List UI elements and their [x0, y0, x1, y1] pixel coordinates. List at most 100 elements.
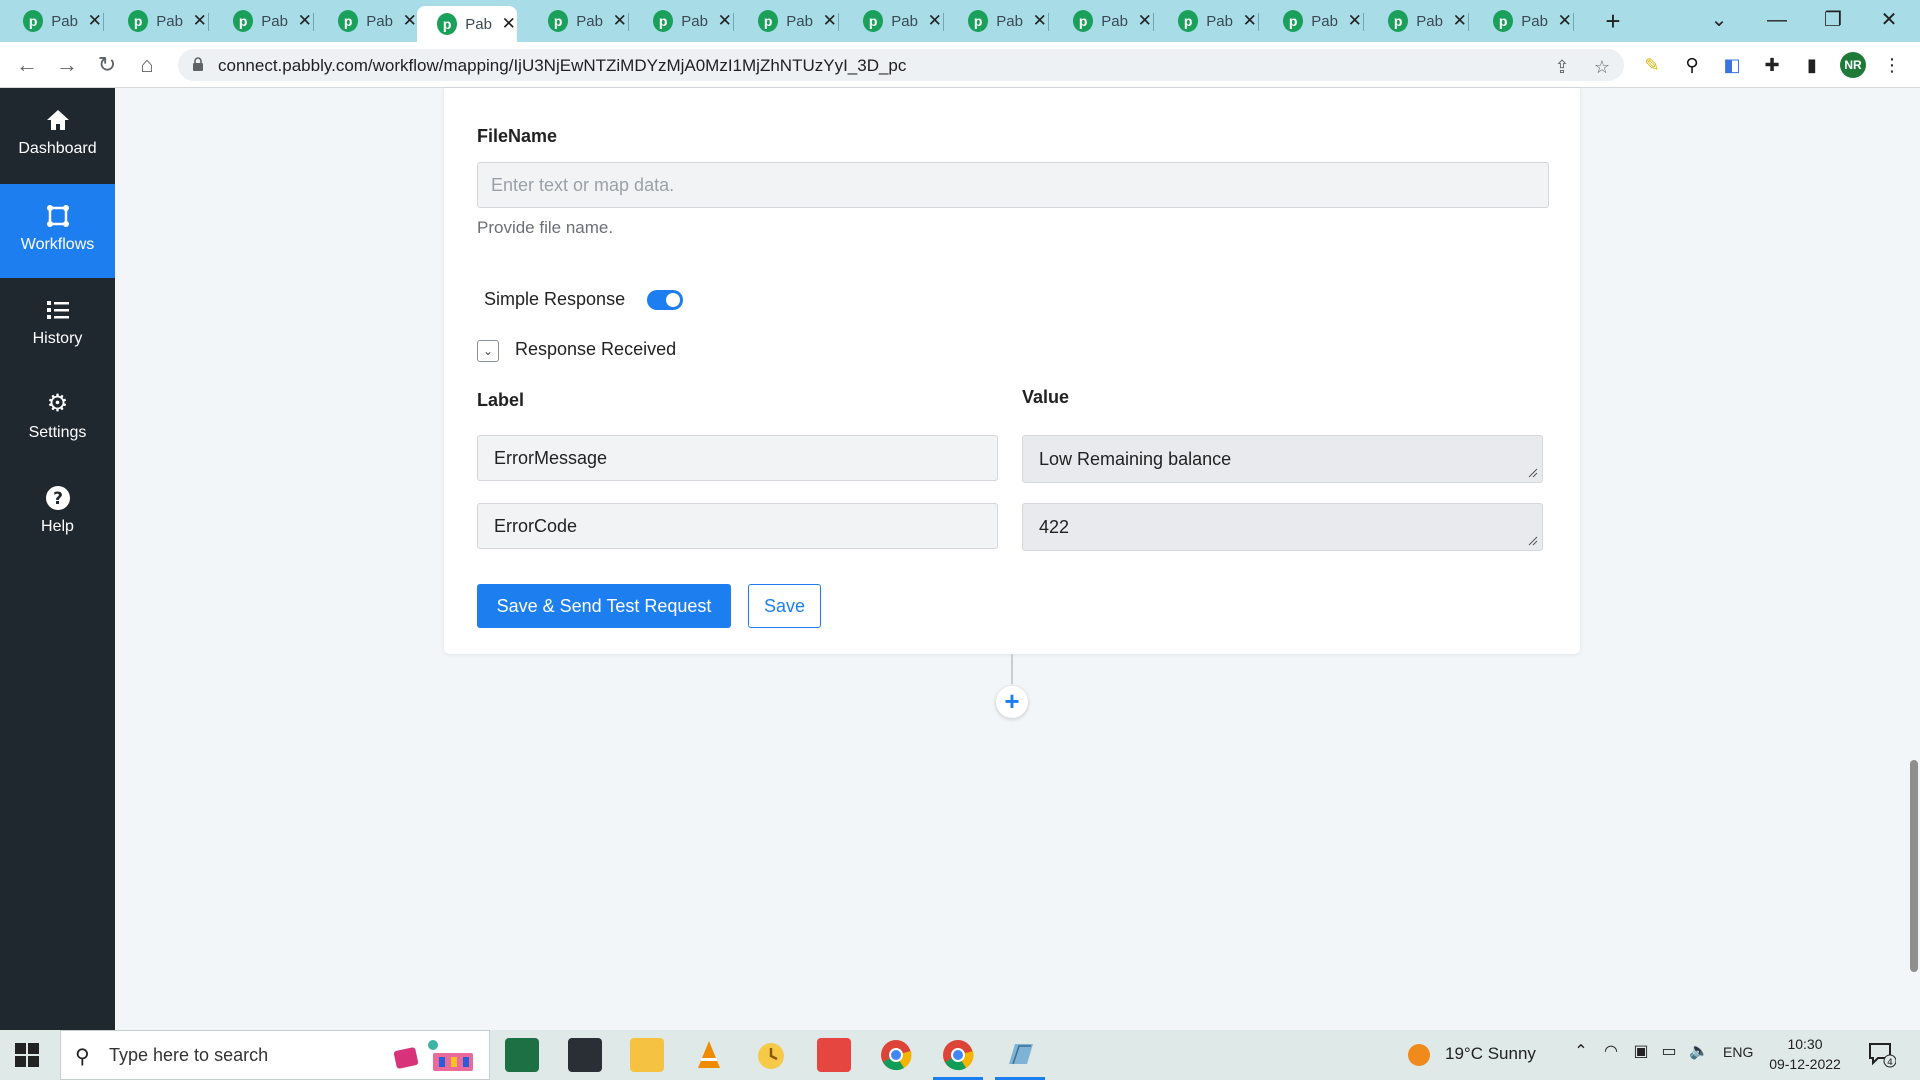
close-icon[interactable]: ✕ — [1031, 11, 1048, 31]
vlc-app-icon[interactable] — [692, 1038, 726, 1072]
taskbar-search-box[interactable]: ⚲ Type here to search — [60, 1030, 490, 1080]
windows-start-icon[interactable] — [14, 1042, 40, 1068]
close-icon[interactable]: ✕ — [716, 11, 733, 31]
add-step-button[interactable]: + — [996, 686, 1028, 718]
browser-tab[interactable]: p Pab ✕ — [528, 6, 629, 36]
tab-title: Pab — [891, 12, 918, 30]
tab-separator — [1153, 13, 1154, 31]
puzzle-extensions-icon[interactable]: ✚ — [1760, 53, 1784, 77]
file-explorer-icon[interactable] — [630, 1038, 664, 1072]
close-icon[interactable]: ✕ — [191, 11, 208, 31]
scheduler-app-icon[interactable] — [754, 1038, 788, 1072]
side-panel-icon[interactable]: ▮ — [1800, 53, 1824, 77]
close-icon[interactable]: ✕ — [296, 11, 313, 31]
taskbar-clock[interactable]: 10:30 09-12-2022 — [1760, 1034, 1850, 1074]
bookmark-star-icon[interactable]: ☆ — [1592, 57, 1612, 77]
browser-tab[interactable]: p Pab ✕ — [948, 6, 1049, 36]
translate-extension-icon[interactable]: ◧ — [1720, 53, 1744, 77]
excel-app-icon[interactable] — [505, 1038, 539, 1072]
browser-tab[interactable]: p Pab ✕ — [1158, 6, 1259, 36]
anydesk-app-icon[interactable] — [817, 1038, 851, 1072]
chevron-down-icon[interactable]: ⌄ — [477, 340, 499, 362]
browser-tab[interactable]: p Pab ✕ — [1053, 6, 1154, 36]
response-label-field[interactable]: ErrorMessage — [477, 435, 998, 481]
notification-center-icon[interactable]: 4 — [1868, 1042, 1897, 1068]
browser-tab[interactable]: p Pab ✕ — [843, 6, 944, 36]
page-scrollbar[interactable] — [1910, 760, 1918, 972]
response-value-text: 422 — [1039, 516, 1070, 537]
back-icon[interactable]: ← — [12, 50, 42, 80]
filmora-app-icon[interactable] — [568, 1038, 602, 1072]
chrome-app-icon[interactable] — [879, 1038, 913, 1072]
sidebar-item-settings[interactable]: ⚙ Settings — [0, 372, 115, 466]
close-icon[interactable]: ✕ — [1346, 11, 1363, 31]
resize-handle-icon[interactable] — [1528, 468, 1538, 478]
pabbly-favicon-icon: p — [1388, 10, 1409, 32]
windows-taskbar: ⚲ Type here to search 19°C Sunny ⌃ ◠ ▣ ▭… — [0, 1030, 1920, 1080]
highlighter-extension-icon[interactable]: ✎ — [1640, 53, 1664, 77]
close-icon[interactable]: ✕ — [926, 11, 943, 31]
resize-handle-icon[interactable] — [1528, 536, 1538, 546]
address-bar[interactable]: connect.pabbly.com/workflow/mapping/IjU3… — [178, 49, 1624, 81]
close-icon[interactable]: ✕ — [1556, 11, 1573, 31]
response-value-field[interactable]: Low Remaining balance — [1022, 435, 1543, 483]
response-value-field[interactable]: 422 — [1022, 503, 1543, 551]
close-icon[interactable]: ✕ — [1241, 11, 1258, 31]
close-window-button[interactable]: ✕ — [1866, 4, 1912, 36]
browser-tab[interactable]: p Pab ✕ — [3, 6, 104, 36]
close-icon[interactable]: ✕ — [611, 11, 628, 31]
save-button[interactable]: Save — [748, 584, 821, 628]
browser-tab[interactable]: p Pab ✕ — [738, 6, 839, 36]
chevron-up-icon[interactable]: ⌃ — [1570, 1041, 1592, 1063]
sidebar-item-workflows[interactable]: Workflows — [0, 184, 115, 278]
forward-icon[interactable]: → — [52, 50, 82, 80]
simple-response-toggle[interactable] — [647, 290, 683, 310]
pabbly-favicon-icon: p — [128, 10, 149, 32]
profile-avatar[interactable]: NR — [1840, 52, 1866, 78]
pabbly-favicon-icon: p — [1493, 10, 1514, 32]
restore-button[interactable]: ❐ — [1810, 4, 1856, 36]
response-label-field[interactable]: ErrorCode — [477, 503, 998, 549]
browser-tab[interactable]: p Pab ✕ — [1473, 6, 1574, 36]
weather-text[interactable]: 19°C Sunny — [1445, 1044, 1536, 1064]
sidebar-item-dashboard[interactable]: Dashboard — [0, 88, 115, 182]
close-icon[interactable]: ✕ — [500, 14, 517, 34]
new-tab-button[interactable]: + — [1598, 6, 1628, 36]
close-icon[interactable]: ✕ — [1451, 11, 1468, 31]
minimize-button[interactable]: — — [1754, 4, 1800, 36]
close-icon[interactable]: ✕ — [401, 11, 418, 31]
sidebar-item-history[interactable]: History — [0, 278, 115, 372]
browser-tab[interactable]: p Pab ✕ — [213, 6, 314, 36]
close-icon[interactable]: ✕ — [86, 11, 103, 31]
reload-icon[interactable]: ↻ — [92, 50, 122, 80]
battery-icon[interactable]: ▭ — [1658, 1041, 1680, 1063]
simple-response-label: Simple Response — [484, 289, 626, 309]
share-icon[interactable]: ⇪ — [1552, 57, 1572, 77]
list-icon — [46, 301, 69, 319]
tab-title: Pab — [681, 12, 708, 30]
volume-icon[interactable]: 🔈 — [1688, 1041, 1710, 1063]
pabbly-favicon-icon: p — [1283, 10, 1304, 32]
home-button-icon[interactable]: ⌂ — [132, 50, 162, 80]
browser-tab[interactable]: p Pab ✕ — [1368, 6, 1469, 36]
menu-dots-icon[interactable]: ⋮ — [1880, 53, 1904, 77]
browser-tab[interactable]: p Pab ✕ — [1263, 6, 1364, 36]
search-extension-icon[interactable]: ⚲ — [1680, 53, 1704, 77]
tab-search-icon[interactable]: ⌄ — [1696, 4, 1742, 36]
tab-separator — [838, 13, 839, 31]
chrome-active-app-icon[interactable] — [933, 1038, 983, 1080]
notes-app-icon[interactable] — [995, 1038, 1045, 1080]
browser-tab[interactable]: p Pab ✕ — [108, 6, 209, 36]
tab-title: Pab — [1311, 12, 1338, 30]
save-and-send-test-request-button[interactable]: Save & Send Test Request — [477, 584, 731, 628]
filename-input[interactable]: Enter text or map data. — [477, 162, 1549, 208]
sidebar-item-help[interactable]: ? Help — [0, 466, 115, 560]
browser-tab[interactable]: p Pab ✕ — [633, 6, 734, 36]
close-icon[interactable]: ✕ — [821, 11, 838, 31]
device-icon[interactable]: ▣ — [1630, 1041, 1652, 1063]
browser-tab[interactable]: p Pab ✕ — [417, 6, 517, 42]
wifi-icon[interactable]: ◠ — [1600, 1041, 1622, 1063]
language-indicator[interactable]: ENG — [1723, 1044, 1753, 1060]
browser-tab[interactable]: p Pab ✕ — [318, 6, 418, 36]
close-icon[interactable]: ✕ — [1136, 11, 1153, 31]
